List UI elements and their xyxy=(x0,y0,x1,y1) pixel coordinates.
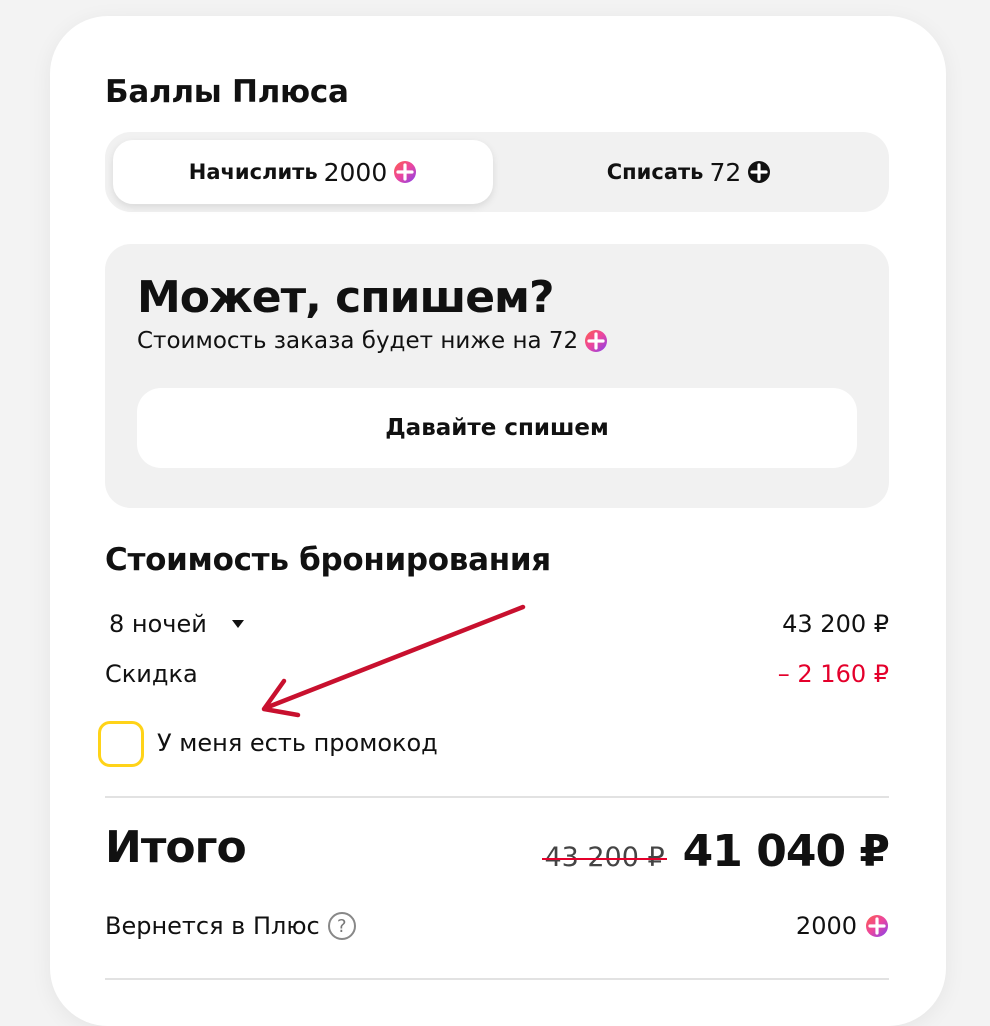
cashback-label: Вернется в Плюс xyxy=(105,912,320,940)
promocode-label[interactable]: У меня есть промокод xyxy=(157,729,438,757)
cashback-value: 2000 xyxy=(795,912,857,940)
spend-points-button[interactable]: Давайте спишем xyxy=(137,388,857,468)
discount-label: Скидка xyxy=(105,660,198,688)
cashback-value-group: 2000 xyxy=(640,912,889,940)
discount-value: – 2 160 ₽ xyxy=(777,660,889,688)
spend-points-promo: Может, спишем? Стоимость заказа будет ни… xyxy=(105,244,889,508)
plus-points-icon xyxy=(747,160,771,184)
annotation-arrow xyxy=(261,604,526,718)
cashback-row: Вернется в Плюс ? xyxy=(105,912,356,940)
plus-points-icon xyxy=(584,329,608,353)
plus-points-icon xyxy=(865,914,889,938)
promo-subtitle-text: Стоимость заказа будет ниже на 72 xyxy=(137,328,579,354)
promocode-checkbox[interactable] xyxy=(98,721,144,767)
help-icon-glyph: ? xyxy=(336,915,347,937)
nights-label: 8 ночей xyxy=(109,610,207,638)
divider xyxy=(105,796,889,798)
nights-price: 43 200 ₽ xyxy=(782,610,889,638)
total-price: 41 040 ₽ xyxy=(682,826,890,877)
promo-title: Может, спишем? xyxy=(137,272,555,323)
tab-accrue[interactable]: Начислить 2000 xyxy=(113,140,493,204)
nights-selector[interactable]: 8 ночей xyxy=(109,610,245,638)
help-icon[interactable]: ? xyxy=(327,912,356,940)
tab-spend-amount: 72 xyxy=(709,157,742,187)
tab-spend[interactable]: Списать 72 xyxy=(497,140,881,204)
plus-points-icon xyxy=(393,160,417,184)
plus-points-segmented-control: Начислить 2000 Списать 72 xyxy=(105,132,889,212)
old-price: 43 200 ₽ xyxy=(542,842,667,873)
divider-bottom xyxy=(105,978,889,980)
tab-accrue-label: Начислить xyxy=(188,160,318,184)
total-price-group: 43 200 ₽ 41 040 ₽ xyxy=(480,826,890,877)
booking-cost-title: Стоимость бронирования xyxy=(105,542,551,578)
caret-down-icon xyxy=(231,619,245,629)
promo-subtitle: Стоимость заказа будет ниже на 72 xyxy=(137,328,608,354)
tab-accrue-amount: 2000 xyxy=(323,157,388,187)
total-label: Итого xyxy=(105,822,247,873)
tab-spend-label: Списать xyxy=(606,160,704,184)
plus-points-title: Баллы Плюса xyxy=(105,74,349,110)
